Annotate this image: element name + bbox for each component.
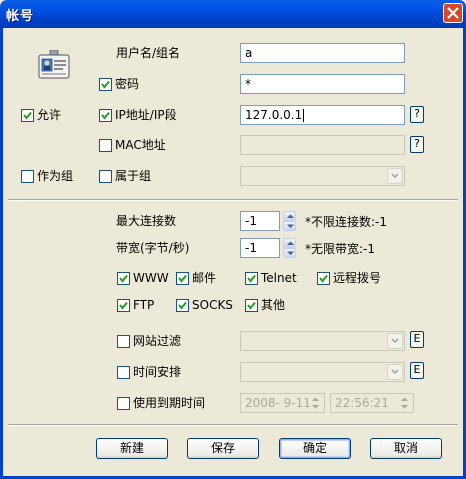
separator	[8, 424, 458, 426]
username-label: 用户名/组名	[116, 46, 181, 60]
ok-button[interactable]: 确定	[279, 438, 351, 459]
as-group-checkbox[interactable]	[21, 170, 34, 183]
checkmark-icon	[101, 111, 110, 120]
protocol-other-checkbox[interactable]	[245, 299, 258, 312]
new-button[interactable]: 新建	[96, 438, 168, 459]
expire-time-value: 22:56:21	[335, 396, 389, 410]
account-badge-icon	[38, 49, 70, 80]
expire-label: 使用到期时间	[133, 396, 206, 410]
site-filter-edit-button[interactable]: E	[410, 331, 424, 348]
title-bar	[0, 0, 466, 28]
window-title: 帐号	[6, 9, 35, 24]
bandwidth-input[interactable]: -1	[240, 238, 280, 258]
protocol-other-label: 其他	[261, 298, 286, 312]
protocol-ftp-label: FTP	[133, 298, 155, 312]
checkmark-icon	[119, 274, 128, 283]
checkmark-icon	[247, 301, 256, 310]
time-spinner[interactable]	[398, 395, 411, 411]
ip-help-button[interactable]: ?	[410, 106, 424, 123]
text-caret	[303, 109, 305, 122]
password-input[interactable]: *	[240, 74, 405, 94]
max-conn-spinner[interactable]	[283, 211, 296, 231]
checkmark-icon	[23, 111, 32, 120]
max-conn-hint: *不限连接数:-1	[305, 215, 388, 229]
protocol-socks-checkbox[interactable]	[176, 299, 189, 312]
site-filter-dropdown-button[interactable]	[387, 333, 403, 349]
mac-input[interactable]	[240, 135, 405, 155]
mac-help-button[interactable]: ?	[410, 136, 424, 153]
spin-down-button[interactable]	[283, 248, 296, 258]
spin-up-button[interactable]	[283, 211, 296, 221]
schedule-label: 时间安排	[133, 365, 182, 379]
checkmark-icon	[319, 274, 328, 283]
password-label: 密码	[115, 77, 140, 91]
username-input[interactable]: a	[240, 43, 405, 63]
protocol-telnet-checkbox[interactable]	[245, 272, 258, 285]
close-icon	[447, 7, 459, 19]
group-select[interactable]	[240, 166, 405, 186]
schedule-select[interactable]	[240, 362, 405, 382]
separator	[8, 199, 458, 201]
checkmark-icon	[178, 274, 187, 283]
site-filter-label: 网站过滤	[133, 334, 182, 348]
mac-checkbox[interactable]	[99, 139, 112, 152]
arrow-down-icon	[287, 224, 294, 228]
bandwidth-spinner[interactable]	[283, 238, 296, 258]
protocol-dialup-label: 远程拨号	[333, 271, 382, 285]
ip-label: IP地址/IP段	[115, 108, 177, 122]
spinner-arrows-icon	[312, 397, 319, 409]
protocol-telnet-label: Telnet	[261, 271, 297, 285]
allow-label: 允许	[37, 108, 62, 122]
date-spinner[interactable]	[309, 395, 322, 411]
belongs-group-checkbox[interactable]	[99, 170, 112, 183]
protocol-mail-label: 邮件	[192, 271, 217, 285]
max-conn-label: 最大连接数	[116, 214, 177, 228]
spinner-arrows-icon	[401, 397, 408, 409]
ip-input[interactable]: 127.0.0.1	[240, 105, 405, 125]
schedule-edit-button[interactable]: E	[410, 362, 424, 379]
cancel-button[interactable]: 取消	[370, 438, 442, 459]
chevron-down-icon	[391, 338, 399, 344]
checkmark-icon	[119, 301, 128, 310]
schedule-dropdown-button[interactable]	[387, 364, 403, 380]
spin-up-button[interactable]	[283, 238, 296, 248]
arrow-up-icon	[287, 241, 294, 245]
max-conn-input[interactable]: -1	[240, 211, 280, 231]
expire-checkbox[interactable]	[117, 397, 130, 410]
protocol-www-checkbox[interactable]	[117, 272, 130, 285]
protocol-dialup-checkbox[interactable]	[317, 272, 330, 285]
window-border-left	[0, 28, 3, 479]
site-filter-checkbox[interactable]	[117, 335, 130, 348]
checkmark-icon	[178, 301, 187, 310]
chevron-down-icon	[391, 173, 399, 179]
schedule-checkbox[interactable]	[117, 366, 130, 379]
ip-value: 127.0.0.1	[245, 108, 303, 122]
mac-label: MAC地址	[115, 138, 166, 152]
site-filter-select[interactable]	[240, 331, 405, 351]
belongs-group-label: 属于组	[115, 169, 152, 183]
allow-checkbox[interactable]	[21, 109, 34, 122]
spin-down-button[interactable]	[283, 221, 296, 231]
arrow-up-icon	[287, 214, 294, 218]
arrow-down-icon	[287, 251, 294, 255]
expire-date-value: 2008- 9-11	[245, 396, 311, 410]
protocol-www-label: WWW	[133, 271, 169, 285]
as-group-label: 作为组	[37, 169, 74, 183]
protocol-mail-checkbox[interactable]	[176, 272, 189, 285]
save-button[interactable]: 保存	[187, 438, 259, 459]
bandwidth-label: 带宽(字节/秒)	[116, 241, 190, 255]
close-button[interactable]	[443, 3, 463, 23]
protocol-ftp-checkbox[interactable]	[117, 299, 130, 312]
protocol-socks-label: SOCKS	[192, 298, 233, 312]
bandwidth-hint: *无限带宽:-1	[305, 242, 376, 256]
ip-checkbox[interactable]	[99, 109, 112, 122]
password-checkbox[interactable]	[99, 78, 112, 91]
group-dropdown-button[interactable]	[387, 168, 403, 184]
chevron-down-icon	[391, 369, 399, 375]
checkmark-icon	[247, 274, 256, 283]
checkmark-icon	[101, 80, 110, 89]
